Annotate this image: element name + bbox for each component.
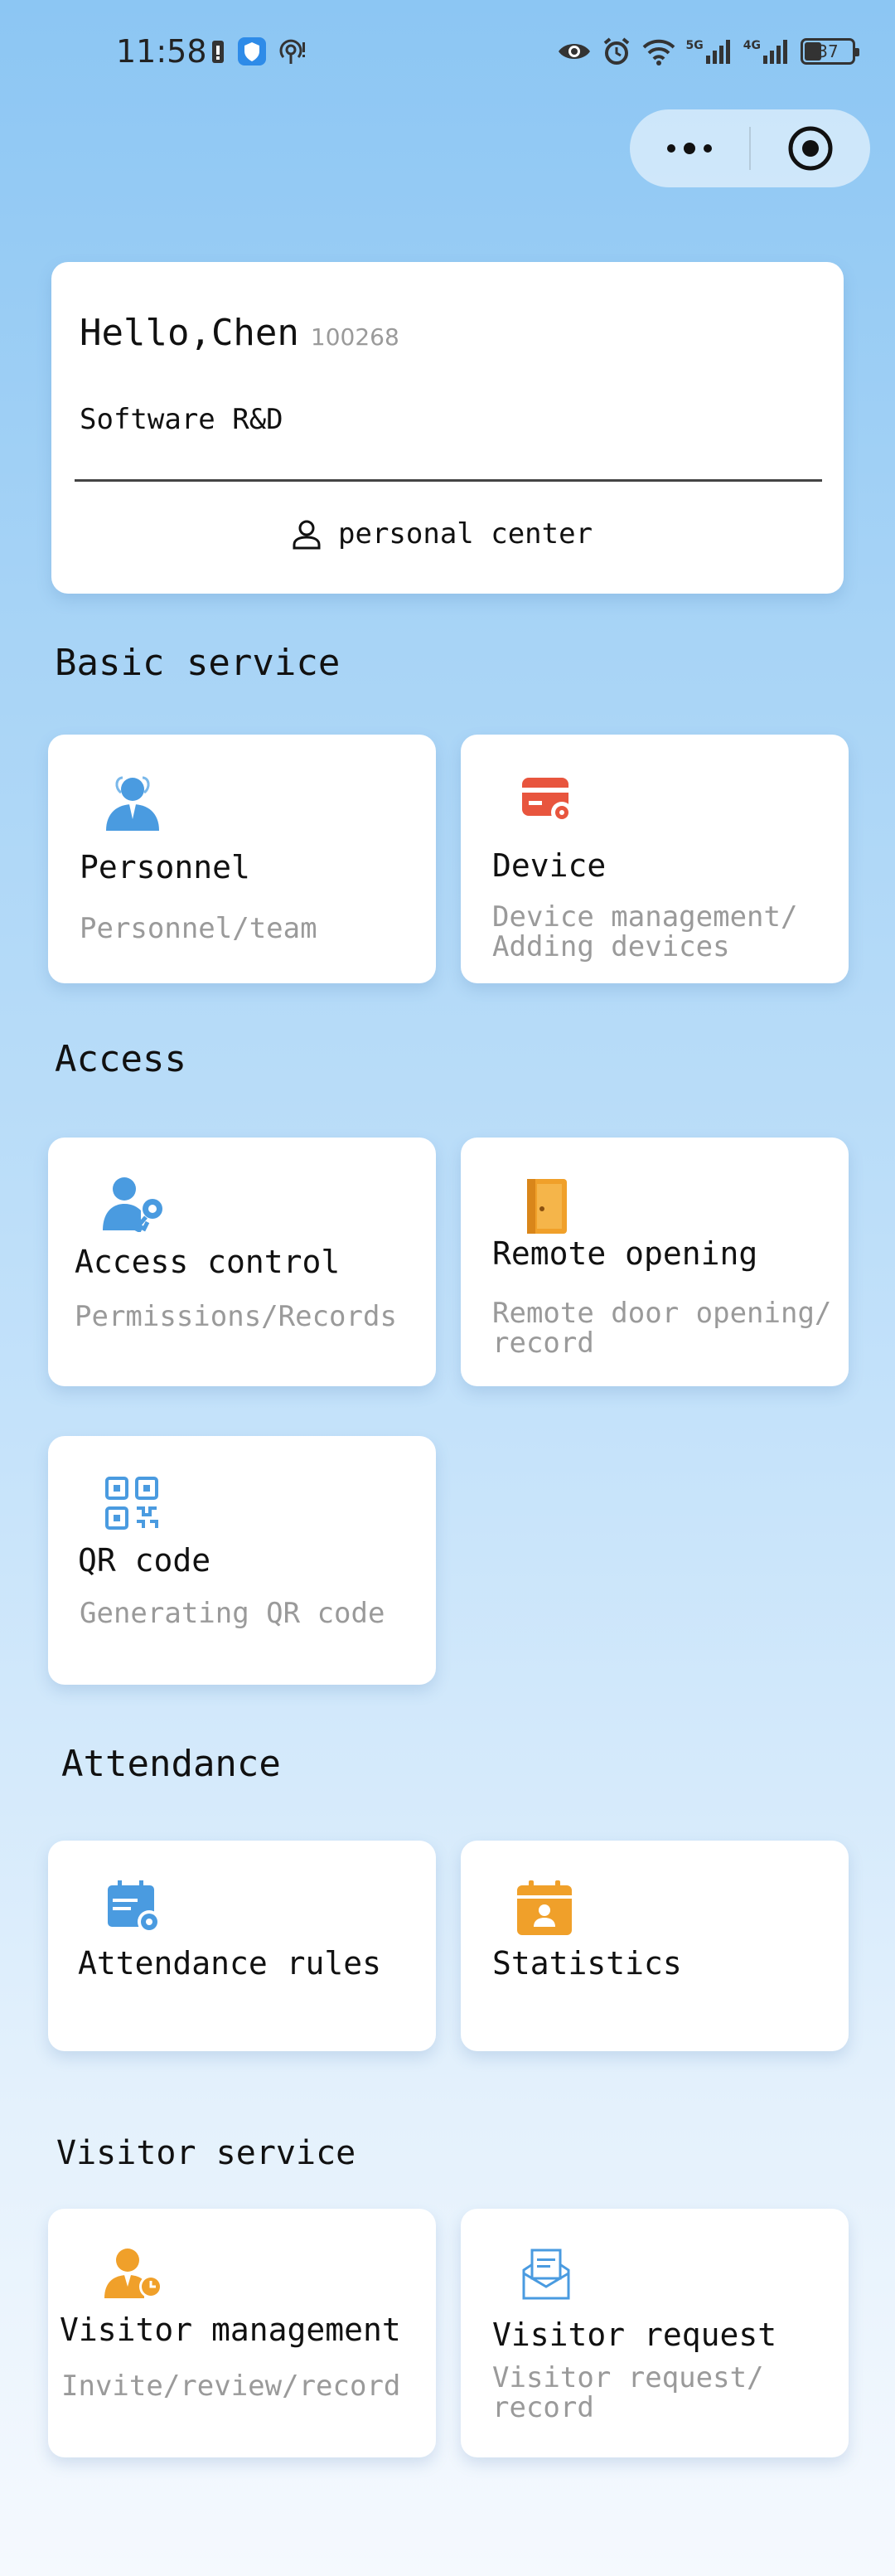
tile-visitor-request-sub1: Visitor request/ bbox=[492, 2361, 764, 2394]
net-label-2: 4G bbox=[743, 39, 761, 52]
status-time: 11:58 bbox=[116, 33, 207, 70]
greeting-text: Hello,Chen bbox=[80, 312, 299, 354]
shield-icon bbox=[238, 37, 266, 65]
signal-5g-icon: 5G bbox=[686, 39, 733, 64]
tile-personnel-title: Personnel bbox=[80, 849, 250, 885]
status-right-icons: 5G 4G 37 bbox=[557, 36, 859, 66]
statistics-calendar-icon bbox=[517, 1880, 572, 1935]
more-button[interactable] bbox=[630, 109, 749, 187]
more-dots-icon bbox=[667, 143, 712, 154]
tile-device-title: Device bbox=[492, 847, 607, 884]
close-button[interactable] bbox=[751, 109, 870, 187]
section-title-access: Access bbox=[55, 1038, 186, 1080]
net-label-1: 5G bbox=[685, 39, 704, 52]
tile-statistics-title: Statistics bbox=[492, 1945, 682, 1982]
person-icon bbox=[293, 520, 321, 550]
tile-visitor-management-title: Visitor management bbox=[60, 2312, 401, 2348]
tile-access-control-sub: Permissions/Records bbox=[75, 1300, 397, 1333]
tile-remote-opening-sub2: record bbox=[492, 1327, 594, 1360]
section-title-attendance: Attendance bbox=[61, 1743, 281, 1785]
battery-alert-icon bbox=[212, 41, 224, 63]
access-key-icon bbox=[103, 1177, 162, 1232]
alarm-icon bbox=[603, 37, 629, 65]
tile-visitor-management-sub: Invite/review/record bbox=[61, 2370, 401, 2403]
tile-device-sub1: Device management/ bbox=[492, 900, 798, 934]
tile-qr-code-title: QR code bbox=[78, 1542, 211, 1579]
tile-qr-code-sub: Generating QR code bbox=[80, 1597, 385, 1630]
battery-icon: 37 bbox=[801, 38, 859, 65]
tile-remote-opening-sub1: Remote door opening/ bbox=[492, 1297, 832, 1330]
user-card-divider bbox=[75, 479, 822, 482]
visitor-clock-icon bbox=[104, 2249, 162, 2298]
tile-visitor-request-sub2: record bbox=[492, 2391, 594, 2424]
status-left-icons bbox=[210, 36, 308, 66]
user-id: 100268 bbox=[310, 323, 399, 351]
section-title-visitor: Visitor service bbox=[56, 2134, 356, 2172]
wifi-icon bbox=[642, 39, 675, 65]
qr-code-icon bbox=[105, 1477, 158, 1530]
battery-level: 37 bbox=[817, 41, 839, 61]
device-card-icon bbox=[522, 778, 573, 823]
location-signal-icon bbox=[279, 39, 305, 64]
signal-4g-icon: 4G bbox=[743, 39, 791, 64]
section-title-basic: Basic service bbox=[55, 642, 341, 684]
mail-request-icon bbox=[522, 2249, 570, 2300]
door-icon bbox=[527, 1179, 567, 1234]
personal-center-label: personal center bbox=[338, 517, 593, 551]
greeting: Hello,Chen 100268 bbox=[80, 312, 399, 354]
tile-access-control-title: Access control bbox=[75, 1244, 341, 1280]
personnel-icon bbox=[106, 776, 159, 831]
target-close-icon bbox=[788, 126, 833, 171]
tile-personnel-sub: Personnel/team bbox=[80, 912, 317, 945]
calendar-gear-icon bbox=[108, 1880, 161, 1933]
eye-icon bbox=[558, 44, 590, 59]
personal-center-link[interactable]: personal center bbox=[290, 517, 593, 551]
department: Software R&D bbox=[80, 403, 283, 436]
tile-device-sub2: Adding devices bbox=[492, 930, 730, 963]
mini-program-capsule bbox=[630, 109, 870, 187]
tile-attendance-rules-title: Attendance rules bbox=[78, 1945, 382, 1982]
tile-visitor-request-title: Visitor request bbox=[492, 2316, 777, 2353]
tile-remote-opening-title: Remote opening bbox=[492, 1235, 758, 1272]
